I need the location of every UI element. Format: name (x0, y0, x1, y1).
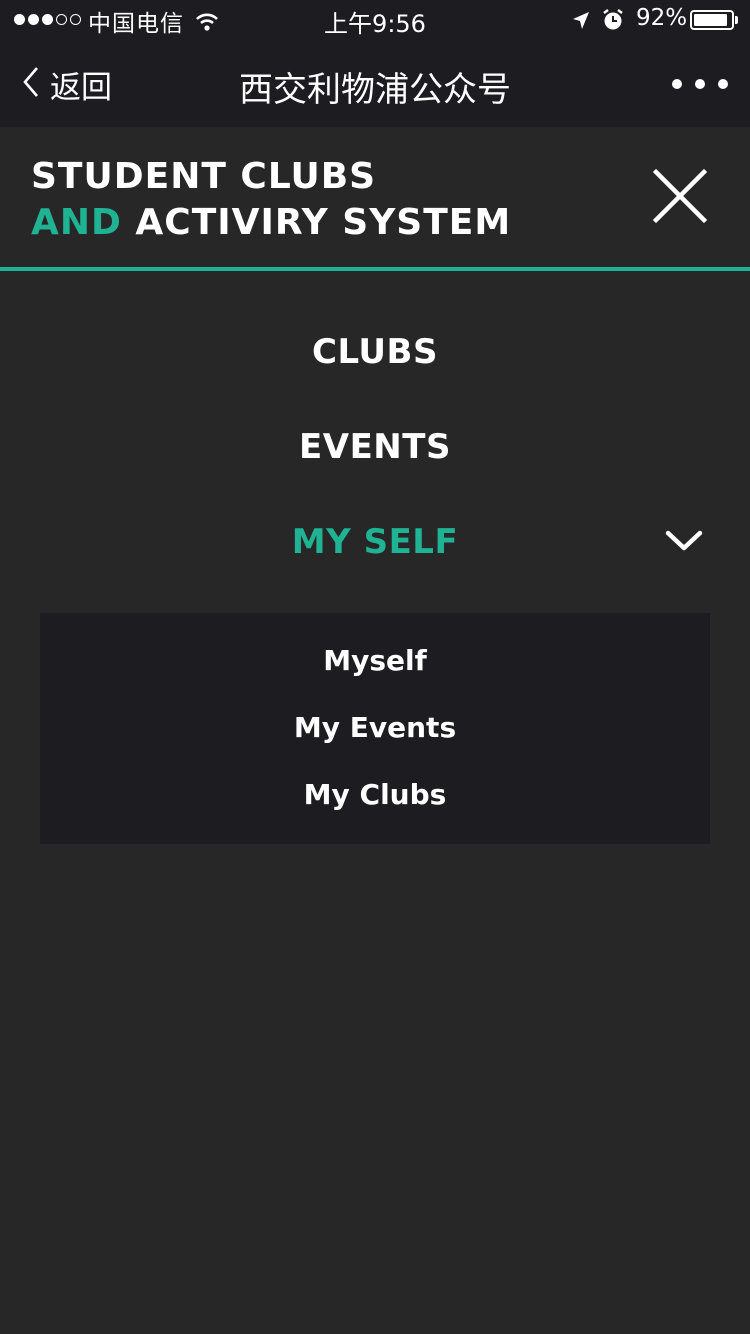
battery-percent: 92% (636, 5, 688, 31)
close-menu-icon[interactable] (652, 168, 708, 224)
menu-item-myself[interactable]: MY SELF (0, 522, 750, 562)
submenu-item-my-clubs[interactable]: My Clubs (40, 778, 710, 811)
status-bar: 中国电信 上午9:56 92% (0, 0, 750, 40)
submenu-item-my-events[interactable]: My Events (40, 711, 710, 744)
battery-icon (690, 10, 734, 30)
brand-line-1: STUDENT CLUBS (31, 156, 377, 197)
myself-submenu: Myself My Events My Clubs (40, 613, 710, 844)
battery-tip (735, 16, 738, 24)
brand-accent-word: AND (31, 202, 122, 243)
brand-logo-text: STUDENT CLUBS AND ACTIVIRY SYSTEM (31, 154, 511, 246)
menu-item-events[interactable]: EVENTS (0, 427, 750, 467)
more-options-icon[interactable] (672, 72, 728, 96)
app-header: STUDENT CLUBS AND ACTIVIRY SYSTEM (0, 127, 750, 268)
page-title: 西交利物浦公众号 (239, 70, 511, 110)
chevron-left-icon (22, 66, 40, 102)
brand-line-2: AND ACTIVIRY SYSTEM (31, 200, 511, 246)
menu-item-clubs[interactable]: CLUBS (0, 332, 750, 372)
location-arrow-icon (571, 9, 591, 38)
nav-bar: 返回 西交利物浦公众号 (0, 40, 750, 127)
back-label: 返回 (50, 69, 112, 106)
back-button[interactable]: 返回 (22, 64, 112, 106)
chevron-down-icon[interactable] (664, 528, 704, 554)
brand-line-2-rest: ACTIVIRY SYSTEM (135, 202, 512, 243)
header-divider (0, 267, 750, 271)
submenu-item-myself[interactable]: Myself (40, 644, 710, 677)
alarm-clock-icon (601, 8, 625, 38)
